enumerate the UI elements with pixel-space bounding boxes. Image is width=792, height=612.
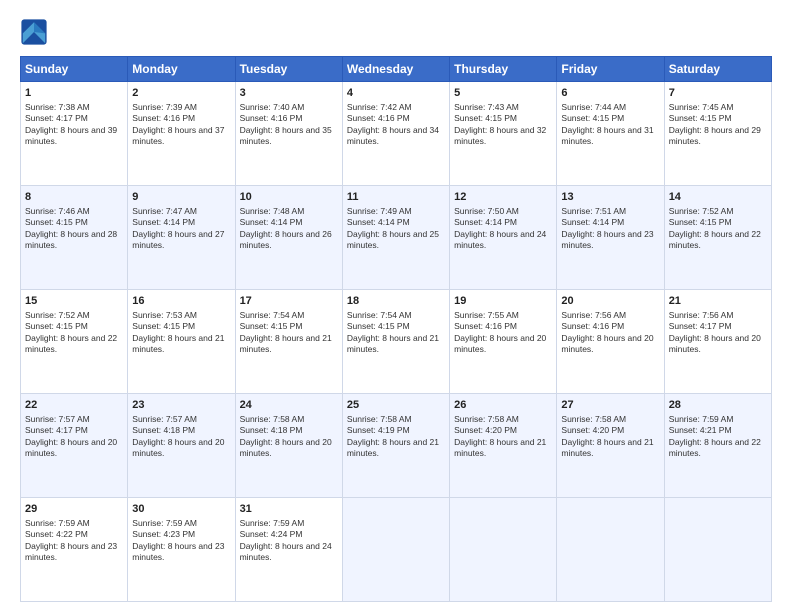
table-row: 12Sunrise: 7:50 AMSunset: 4:14 PMDayligh… (450, 186, 557, 290)
day-number: 21 (669, 294, 767, 309)
table-row: 20Sunrise: 7:56 AMSunset: 4:16 PMDayligh… (557, 290, 664, 394)
day-number: 4 (347, 86, 445, 101)
day-number: 28 (669, 398, 767, 413)
table-row: 16Sunrise: 7:53 AMSunset: 4:15 PMDayligh… (128, 290, 235, 394)
table-row: 22Sunrise: 7:57 AMSunset: 4:17 PMDayligh… (21, 394, 128, 498)
day-number: 1 (25, 86, 123, 101)
table-row: 2Sunrise: 7:39 AMSunset: 4:16 PMDaylight… (128, 82, 235, 186)
day-number: 12 (454, 190, 552, 205)
col-friday: Friday (557, 57, 664, 82)
day-number: 17 (240, 294, 338, 309)
table-row: 14Sunrise: 7:52 AMSunset: 4:15 PMDayligh… (664, 186, 771, 290)
logo (20, 18, 52, 46)
col-sunday: Sunday (21, 57, 128, 82)
day-number: 25 (347, 398, 445, 413)
day-number: 31 (240, 502, 338, 517)
table-row: 15Sunrise: 7:52 AMSunset: 4:15 PMDayligh… (21, 290, 128, 394)
col-tuesday: Tuesday (235, 57, 342, 82)
table-row: 30Sunrise: 7:59 AMSunset: 4:23 PMDayligh… (128, 498, 235, 602)
day-number: 22 (25, 398, 123, 413)
table-row: 5Sunrise: 7:43 AMSunset: 4:15 PMDaylight… (450, 82, 557, 186)
table-row: 3Sunrise: 7:40 AMSunset: 4:16 PMDaylight… (235, 82, 342, 186)
table-row: 23Sunrise: 7:57 AMSunset: 4:18 PMDayligh… (128, 394, 235, 498)
day-number: 2 (132, 86, 230, 101)
table-row (342, 498, 449, 602)
calendar-row-1: 1Sunrise: 7:38 AMSunset: 4:17 PMDaylight… (21, 82, 772, 186)
day-number: 30 (132, 502, 230, 517)
table-row: 19Sunrise: 7:55 AMSunset: 4:16 PMDayligh… (450, 290, 557, 394)
calendar-row-5: 29Sunrise: 7:59 AMSunset: 4:22 PMDayligh… (21, 498, 772, 602)
day-number: 13 (561, 190, 659, 205)
day-number: 15 (25, 294, 123, 309)
calendar-row-4: 22Sunrise: 7:57 AMSunset: 4:17 PMDayligh… (21, 394, 772, 498)
day-number: 6 (561, 86, 659, 101)
calendar-header-row: Sunday Monday Tuesday Wednesday Thursday… (21, 57, 772, 82)
day-number: 8 (25, 190, 123, 205)
table-row: 13Sunrise: 7:51 AMSunset: 4:14 PMDayligh… (557, 186, 664, 290)
table-row: 1Sunrise: 7:38 AMSunset: 4:17 PMDaylight… (21, 82, 128, 186)
table-row: 28Sunrise: 7:59 AMSunset: 4:21 PMDayligh… (664, 394, 771, 498)
table-row: 4Sunrise: 7:42 AMSunset: 4:16 PMDaylight… (342, 82, 449, 186)
col-thursday: Thursday (450, 57, 557, 82)
day-number: 5 (454, 86, 552, 101)
day-number: 7 (669, 86, 767, 101)
table-row: 29Sunrise: 7:59 AMSunset: 4:22 PMDayligh… (21, 498, 128, 602)
table-row: 8Sunrise: 7:46 AMSunset: 4:15 PMDaylight… (21, 186, 128, 290)
calendar-row-2: 8Sunrise: 7:46 AMSunset: 4:15 PMDaylight… (21, 186, 772, 290)
table-row: 7Sunrise: 7:45 AMSunset: 4:15 PMDaylight… (664, 82, 771, 186)
day-number: 10 (240, 190, 338, 205)
table-row: 17Sunrise: 7:54 AMSunset: 4:15 PMDayligh… (235, 290, 342, 394)
table-row: 10Sunrise: 7:48 AMSunset: 4:14 PMDayligh… (235, 186, 342, 290)
table-row: 25Sunrise: 7:58 AMSunset: 4:19 PMDayligh… (342, 394, 449, 498)
day-number: 26 (454, 398, 552, 413)
col-wednesday: Wednesday (342, 57, 449, 82)
table-row: 11Sunrise: 7:49 AMSunset: 4:14 PMDayligh… (342, 186, 449, 290)
table-row: 27Sunrise: 7:58 AMSunset: 4:20 PMDayligh… (557, 394, 664, 498)
logo-icon (20, 18, 48, 46)
table-row: 24Sunrise: 7:58 AMSunset: 4:18 PMDayligh… (235, 394, 342, 498)
table-row (450, 498, 557, 602)
day-number: 9 (132, 190, 230, 205)
day-number: 3 (240, 86, 338, 101)
day-number: 16 (132, 294, 230, 309)
day-number: 20 (561, 294, 659, 309)
header (20, 18, 772, 46)
col-saturday: Saturday (664, 57, 771, 82)
calendar-table: Sunday Monday Tuesday Wednesday Thursday… (20, 56, 772, 602)
calendar-row-3: 15Sunrise: 7:52 AMSunset: 4:15 PMDayligh… (21, 290, 772, 394)
col-monday: Monday (128, 57, 235, 82)
table-row: 6Sunrise: 7:44 AMSunset: 4:15 PMDaylight… (557, 82, 664, 186)
day-number: 27 (561, 398, 659, 413)
day-number: 19 (454, 294, 552, 309)
day-number: 23 (132, 398, 230, 413)
table-row: 21Sunrise: 7:56 AMSunset: 4:17 PMDayligh… (664, 290, 771, 394)
day-number: 29 (25, 502, 123, 517)
table-row: 31Sunrise: 7:59 AMSunset: 4:24 PMDayligh… (235, 498, 342, 602)
day-number: 18 (347, 294, 445, 309)
page: Sunday Monday Tuesday Wednesday Thursday… (0, 0, 792, 612)
table-row: 18Sunrise: 7:54 AMSunset: 4:15 PMDayligh… (342, 290, 449, 394)
table-row: 26Sunrise: 7:58 AMSunset: 4:20 PMDayligh… (450, 394, 557, 498)
table-row (557, 498, 664, 602)
table-row: 9Sunrise: 7:47 AMSunset: 4:14 PMDaylight… (128, 186, 235, 290)
table-row (664, 498, 771, 602)
day-number: 24 (240, 398, 338, 413)
day-number: 14 (669, 190, 767, 205)
day-number: 11 (347, 190, 445, 205)
